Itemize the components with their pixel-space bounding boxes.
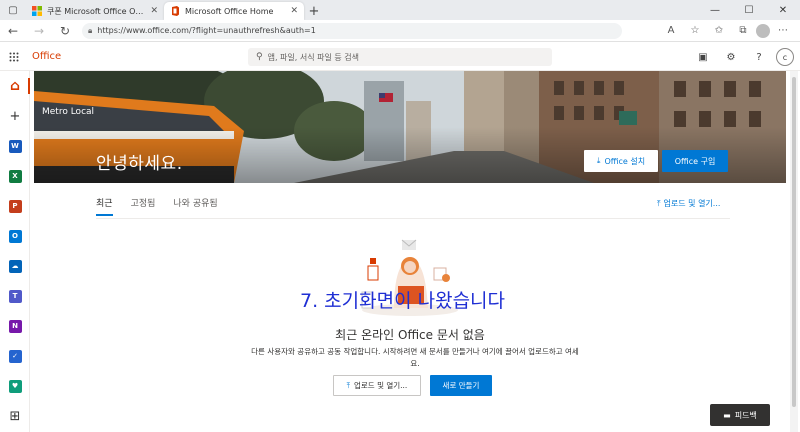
upload-open-button[interactable]: ⤒ 업로드 및 열기... (333, 375, 421, 396)
rail-item-todo[interactable]: ✓ (0, 341, 30, 371)
office-header: Office ⚲ 앱, 파일, 서식 파일 등 검색 ▣ ⚙ ? c (0, 43, 800, 71)
browser-tab-coupon[interactable]: 쿠폰 Microsoft Office Online | W ✕ (26, 2, 164, 20)
minimize-button[interactable]: — (698, 0, 732, 20)
upload-arrow-icon: ⤒ (657, 198, 661, 208)
home-icon: ⌂ (9, 78, 21, 94)
empty-state-description: 다른 사용자와 공유하고 공동 작업합니다. 시작하려면 새 문서를 만들거나 … (251, 347, 579, 368)
hero-banner: Metro Local 안녕하세요. ⤓ Office 설치 Office 구입 (34, 71, 786, 183)
address-url: https://www.office.com/?flight=unauthref… (97, 26, 316, 35)
install-office-button[interactable]: ⤓ Office 설치 (584, 150, 658, 172)
tab-title: Microsoft Office Home (185, 6, 274, 16)
feedback-button[interactable]: ▬ 피드백 (710, 404, 770, 426)
close-tab-icon[interactable]: ✕ (290, 6, 298, 16)
back-arrow-icon[interactable]: ← (0, 20, 26, 42)
rail-item-home[interactable]: ⌂ (0, 71, 30, 101)
empty-state-title: 최근 온라인 Office 문서 없음 (335, 328, 485, 342)
teams-chat-icon[interactable]: ▣ (692, 46, 714, 68)
office-header-actions: ▣ ⚙ ? c (692, 43, 794, 71)
rail-item-onedrive[interactable]: ☁ (0, 251, 30, 281)
tab-actions-icon[interactable]: ▢ (0, 0, 26, 20)
feedback-label: 피드백 (734, 410, 757, 420)
excel-icon: X (8, 169, 22, 183)
help-question-icon[interactable]: ? (748, 46, 770, 68)
address-bar[interactable]: 🔒︎ https://www.office.com/?flight=unauth… (82, 22, 622, 39)
todo-icon: ✓ (8, 349, 22, 363)
document-tabs: 최근 고정됨 나와 공유됨 (96, 196, 218, 216)
window-controls: — ☐ ✕ (698, 0, 800, 20)
teams-icon: T (8, 289, 22, 303)
rail-item-family-safety[interactable]: ♥ (0, 371, 30, 401)
scrollbar-thumb[interactable] (792, 77, 796, 407)
buy-office-button[interactable]: Office 구입 (662, 150, 728, 172)
rail-item-word[interactable]: W (0, 131, 30, 161)
tab-recent[interactable]: 최근 (96, 196, 113, 216)
favorites-icon[interactable]: ✩ (708, 21, 730, 41)
tab-shared[interactable]: 나와 공유됨 (173, 196, 217, 216)
app-launcher-icon[interactable] (0, 43, 28, 71)
settings-gear-icon[interactable]: ⚙ (720, 46, 742, 68)
rail-item-excel[interactable]: X (0, 161, 30, 191)
all-apps-icon: ⊞ (9, 408, 21, 424)
browser-tab-office-home[interactable]: Microsoft Office Home ✕ (164, 2, 304, 20)
onedrive-icon: ☁ (8, 259, 22, 273)
search-icon: ⚲ (256, 52, 263, 62)
browser-toolbar: ← → ↻ 🔒︎ https://www.office.com/?flight=… (0, 20, 800, 42)
rail-item-create[interactable]: + (0, 101, 30, 131)
close-window-button[interactable]: ✕ (766, 0, 800, 20)
page-scrollbar[interactable] (790, 71, 798, 432)
upload-open-label: 업로드 및 열기... (663, 199, 721, 208)
rail-item-teams[interactable]: T (0, 281, 30, 311)
more-menu-icon[interactable]: ⋯ (772, 21, 794, 41)
search-placeholder: 앱, 파일, 서식 파일 등 검색 (267, 52, 359, 62)
tab-pinned[interactable]: 고정됨 (131, 196, 156, 216)
lock-icon: 🔒︎ (88, 25, 93, 35)
profile-avatar-icon[interactable] (756, 23, 770, 38)
office-favicon-icon (32, 6, 42, 16)
office-search-input[interactable]: ⚲ 앱, 파일, 서식 파일 등 검색 (248, 48, 552, 66)
new-tab-button[interactable]: + (304, 2, 324, 20)
maximize-button[interactable]: ☐ (732, 0, 766, 20)
outlook-icon: O (8, 229, 22, 243)
word-icon: W (8, 139, 22, 153)
family-safety-icon: ♥ (8, 379, 22, 393)
annotation-caption: 7. 초기화면이 나왔습니다 (300, 290, 506, 312)
refresh-icon[interactable]: ↻ (52, 20, 78, 42)
create-new-button[interactable]: 새로 만들기 (430, 375, 492, 396)
read-aloud-icon[interactable]: A (660, 21, 682, 41)
app-rail: ⌂ + W X P O ☁ T N ✓ ♥ ⊞ (0, 71, 30, 432)
install-office-label: Office 설치 (604, 156, 646, 166)
greeting-text: 안녕하세요. (96, 154, 183, 174)
account-avatar[interactable]: c (776, 48, 794, 66)
upload-arrow-icon: ⤒ (346, 380, 350, 390)
tab-title: 쿠폰 Microsoft Office Online | W (47, 6, 146, 16)
office-brand-link[interactable]: Office (32, 51, 61, 62)
favorite-star-icon[interactable]: ☆ (684, 21, 706, 41)
download-icon: ⤓ (596, 156, 601, 165)
powerpoint-icon: P (8, 199, 22, 213)
close-tab-icon[interactable]: ✕ (150, 6, 158, 16)
office-logo-icon (170, 6, 180, 16)
browser-tab-strip: ▢ 쿠폰 Microsoft Office Online | W ✕ Micro… (0, 0, 800, 20)
rail-item-outlook[interactable]: O (0, 221, 30, 251)
browser-toolbar-actions: A ☆ ✩ ⧉ ⋯ (660, 21, 800, 41)
forward-arrow-icon[interactable]: → (26, 20, 52, 42)
tabs-divider (96, 218, 730, 219)
collections-icon[interactable]: ⧉ (732, 21, 754, 41)
upload-open-link[interactable]: ⤒ 업로드 및 열기... (657, 198, 720, 209)
rail-item-all-apps[interactable]: ⊞ (0, 401, 30, 431)
create-icon: + (9, 108, 21, 124)
upload-open-button-label: 업로드 및 열기... (354, 381, 408, 390)
rail-item-powerpoint[interactable]: P (0, 191, 30, 221)
feedback-chat-icon: ▬ (723, 410, 731, 420)
